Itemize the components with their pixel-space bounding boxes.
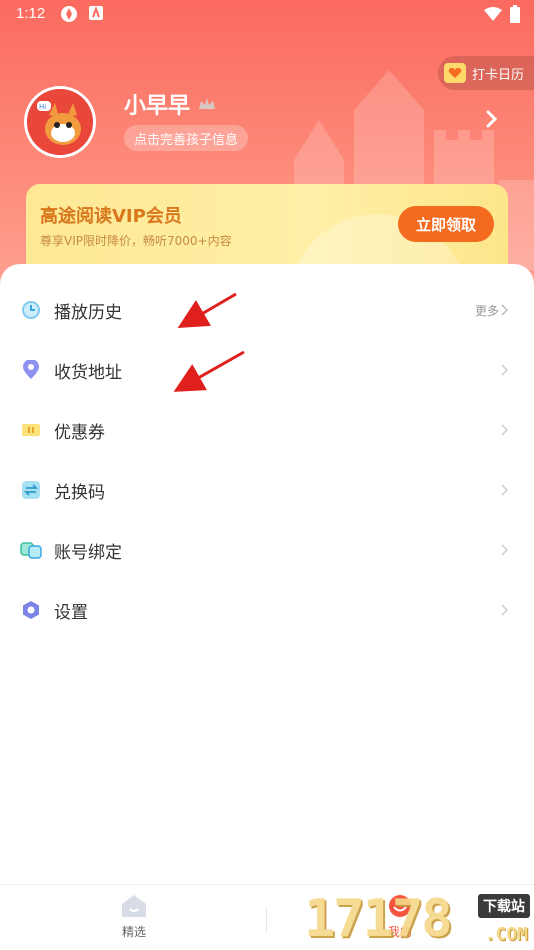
app-notification-icon	[61, 6, 77, 22]
menu-label: 设置	[54, 602, 88, 623]
home-icon	[122, 895, 146, 917]
menu-item-shipping-address[interactable]: 收货地址	[0, 340, 534, 400]
crown-icon	[199, 98, 216, 109]
chevron-right-icon	[501, 364, 508, 376]
status-bar: 1:12	[0, 0, 534, 30]
vip-claim-button[interactable]: 立即领取	[398, 206, 494, 242]
menu-label: 兑换码	[54, 482, 105, 503]
username-row[interactable]: 小早早	[124, 88, 216, 120]
chevron-right-icon	[501, 544, 508, 556]
menu-label: 优惠券	[54, 422, 105, 443]
settings-icon	[20, 599, 42, 621]
username: 小早早	[124, 94, 191, 119]
wifi-icon	[484, 7, 502, 21]
exchange-icon	[20, 479, 42, 501]
status-notification-icons	[60, 5, 104, 23]
app-notification-icon-2	[89, 6, 103, 20]
avatar-image: Hi	[27, 89, 93, 155]
menu-label: 收货地址	[54, 362, 122, 383]
coupon-icon	[20, 419, 42, 441]
location-pin-icon	[20, 359, 42, 381]
calendar-icon	[443, 63, 466, 83]
vip-title: 高途阅读VIP会员	[40, 206, 182, 227]
watermark-domain: .COM	[484, 924, 528, 945]
clock-icon	[20, 299, 42, 321]
watermark-digits: 17178	[304, 889, 453, 949]
complete-child-info-button[interactable]: 点击完善孩子信息	[124, 125, 249, 151]
chevron-right-icon	[501, 304, 508, 316]
status-time: 1:12	[16, 5, 46, 22]
more-label: 更多	[474, 303, 499, 318]
avatar[interactable]: Hi	[24, 86, 96, 158]
tab-featured[interactable]: 精选	[84, 893, 184, 940]
link-icon	[20, 539, 42, 561]
tab-label: 精选	[121, 925, 146, 939]
chevron-right-icon[interactable]	[486, 110, 498, 128]
menu-item-settings[interactable]: 设置	[0, 580, 534, 640]
menu-item-account-binding[interactable]: 账号绑定	[0, 520, 534, 580]
chevron-right-icon	[501, 484, 508, 496]
menu-panel: 播放历史 更多 收货地址 优惠券 兑换码 账号绑定 设置	[0, 264, 534, 884]
watermark-logo: 17178 下载站 .COM	[304, 888, 530, 950]
menu-item-redeem-code[interactable]: 兑换码	[0, 460, 534, 520]
vip-subtitle: 尊享VIP限时降价，畅听7000+内容	[40, 234, 232, 248]
menu-item-coupons[interactable]: 优惠券	[0, 400, 534, 460]
checkin-calendar-button[interactable]: 打卡日历	[437, 56, 534, 90]
svg-text:Hi: Hi	[39, 103, 46, 111]
status-system-icons	[484, 5, 520, 23]
battery-icon	[510, 5, 520, 23]
menu-label: 播放历史	[54, 302, 122, 323]
chevron-right-icon	[501, 604, 508, 616]
watermark-tag: 下载站	[478, 894, 530, 918]
nav-divider	[266, 907, 267, 933]
complete-info-label: 点击完善孩子信息	[134, 132, 239, 148]
menu-item-play-history[interactable]: 播放历史 更多	[0, 280, 534, 340]
menu-label: 账号绑定	[54, 542, 122, 563]
checkin-label: 打卡日历	[471, 67, 524, 83]
more-link[interactable]: 更多	[475, 302, 508, 319]
chevron-right-icon	[501, 424, 508, 436]
